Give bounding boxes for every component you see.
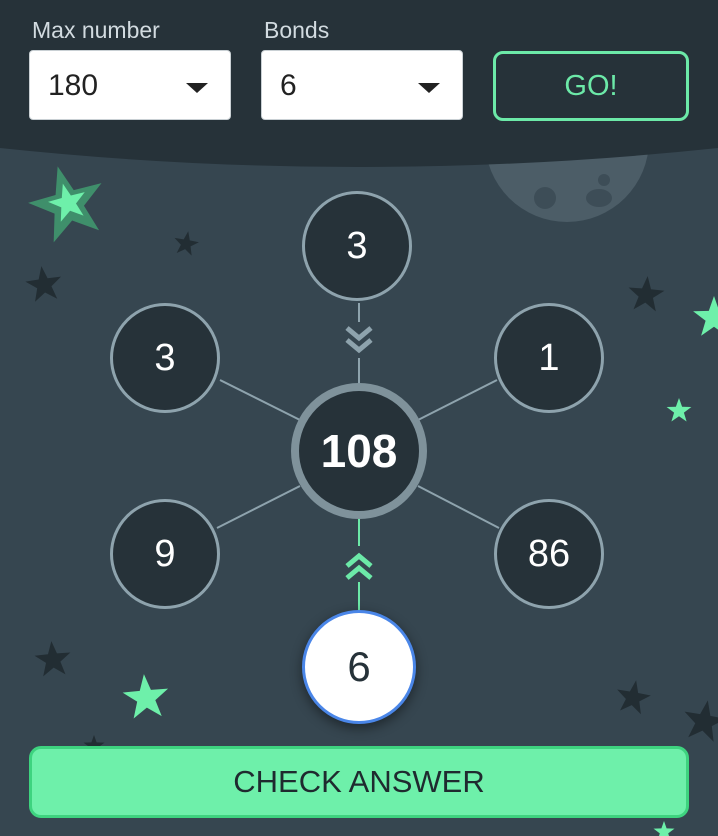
bond-line-upper-right [417,379,498,421]
go-button[interactable]: GO! [493,51,689,121]
bond-node-top: 3 [302,191,412,301]
bond-node-lower-right: 86 [494,499,604,609]
bond-node-upper-left: 3 [110,303,220,413]
caret-down-icon [186,83,208,93]
bonds-select[interactable]: 6 [261,50,463,120]
max-number-select[interactable]: 180 [29,50,231,120]
answer-input[interactable]: 6 [302,610,416,724]
max-number-label: Max number [32,17,160,43]
bonds-value: 6 [280,69,297,102]
caret-down-icon [418,83,440,93]
bonds-label: Bonds [264,17,330,43]
max-number-value: 180 [48,69,99,102]
chevron-down-icon [345,322,373,358]
bond-line-upper-left [219,379,301,421]
bond-line-lower-right [417,485,500,529]
bond-node-upper-right: 1 [494,303,604,413]
center-number: 108 [291,383,427,519]
bond-node-lower-left: 9 [110,499,220,609]
check-answer-button[interactable]: CHECK ANSWER [29,746,689,818]
bond-line-lower-left [216,485,301,529]
chevron-up-icon [345,546,373,582]
